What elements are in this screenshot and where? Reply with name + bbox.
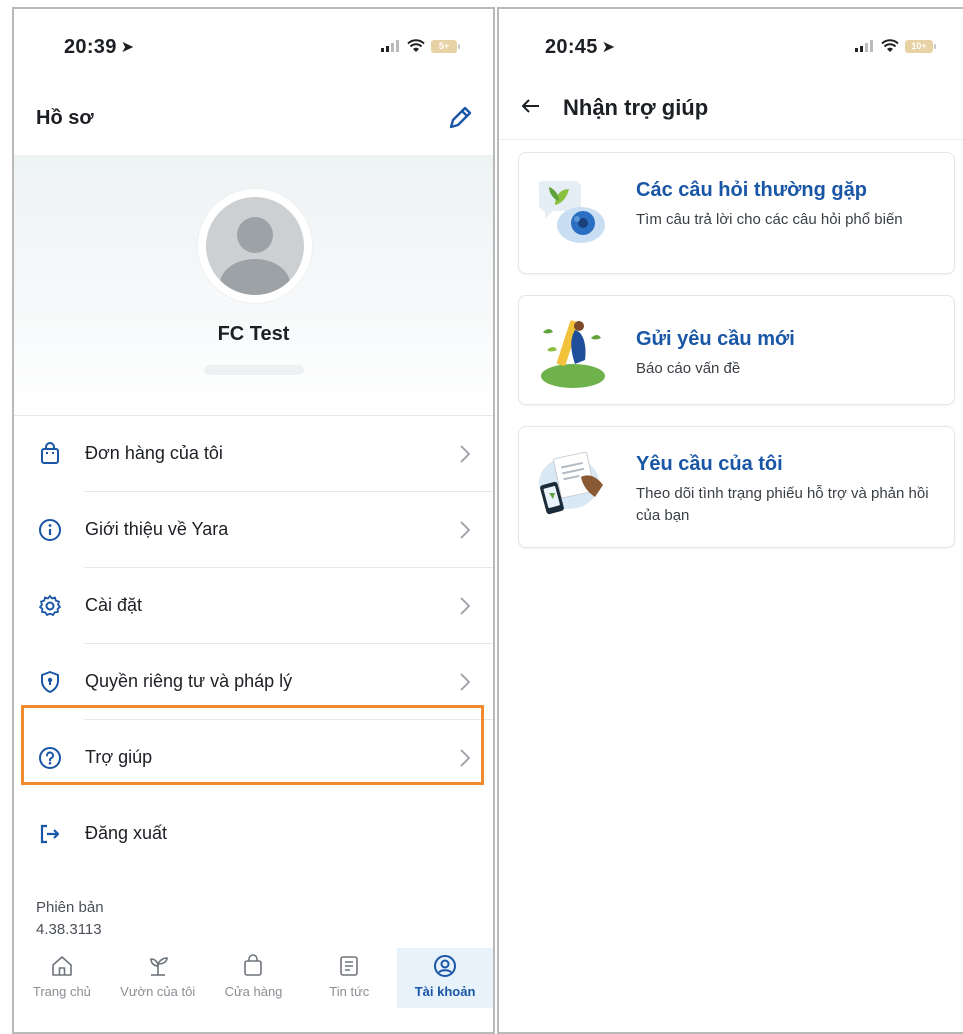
tab-label: Tài khoản [414,984,476,999]
status-time: 20:39 ➤ [64,36,134,59]
tab-account[interactable]: Tài khoản [397,948,493,1008]
status-time: 20:45 ➤ [545,36,615,59]
tab-label: Vườn của tôi [120,984,196,999]
card-title: Gửi yêu cầu mới [636,328,795,350]
location-arrow-icon: ➤ [120,39,135,56]
battery-icon: 10+ [905,39,936,53]
tab-label: Tin tức [329,984,370,999]
tab-home[interactable]: Trang chủ [14,948,110,1008]
tab-label: Trang chủ [32,984,91,999]
menu-item-label: Cài đặt [85,595,143,615]
menu-item-label: Đăng xuất [85,823,168,843]
wifi-icon [407,39,425,52]
status-bar: 20:45 ➤ 10+ [499,9,963,79]
profile-header: Hồ sơ [14,79,493,156]
version-label: Phiên bản [36,899,104,916]
tab-news[interactable]: Tin tức [301,948,397,1008]
menu-item-label: Giới thiệu về Yara [85,519,229,539]
card-title: Các câu hỏi thường gặp [636,179,867,201]
status-time-text: 20:39 [64,36,117,58]
profile-name: FC Test [217,323,290,345]
bottom-tab-bar: Trang chủ Vườn của tôi Cửa hàng Tin tức … [14,947,493,1008]
avatar-body-shape [220,259,290,295]
menu-item-settings[interactable]: Cài đặt [14,568,493,644]
avatar[interactable] [198,189,312,303]
location-arrow-icon: ➤ [601,39,616,56]
card-description: Theo dõi tình trạng phiếu hỗ trợ và phản… [636,485,929,524]
chevron-right-icon [460,673,471,691]
gear-icon [39,595,61,616]
help-highlight-box [21,705,484,785]
my-requests-card[interactable]: Yêu cầu của tôi Theo dõi tình trạng phiế… [518,426,955,548]
avatar-image [206,197,304,295]
page-title: Hồ sơ [36,107,94,129]
battery-icon: 5+ [431,39,460,53]
signal-icon [381,40,399,52]
shopping-bag-icon [41,442,59,464]
account-menu: Đơn hàng của tôi Giới thiệu về Yara Cài … [14,416,493,872]
app-version: Phiên bản 4.38.3113 [36,897,104,941]
page-title: Nhận trợ giúp [563,95,709,120]
menu-item-about[interactable]: Giới thiệu về Yara [14,492,493,568]
chevron-right-icon [460,521,471,539]
shopping-bag-icon [244,954,263,976]
battery-level: 10+ [911,40,927,51]
chevron-right-icon [460,597,471,615]
account-icon [434,955,457,977]
version-number: 4.38.3113 [36,921,102,938]
card-title: Yêu cầu của tôi [636,453,783,475]
edit-pencil-icon[interactable] [445,103,475,133]
new-request-illustration-icon [541,320,605,388]
home-icon [52,956,72,976]
help-screen: 20:45 ➤ 10+ Nhận trợ giúp Các câu hỏi thư… [497,7,963,1034]
help-header: Nhận trợ giúp [499,79,963,140]
system-icons: 5+ [381,39,460,53]
menu-item-label: Quyền riêng tư và pháp lý [85,671,293,691]
status-bar: 20:39 ➤ 5+ [14,9,493,79]
faq-card[interactable]: Các câu hỏi thường gặp Tìm câu trả lời c… [518,152,955,274]
logout-icon [40,824,60,844]
profile-screen: 20:39 ➤ 5+ Hồ sơ FC Test Đơn hàng của tôi [12,7,495,1034]
news-icon [340,956,359,976]
avatar-head-shape [237,217,273,253]
plant-icon [149,957,168,976]
status-time-text: 20:45 [545,36,598,58]
signal-icon [855,40,873,52]
menu-item-label: Đơn hàng của tôi [85,443,223,463]
wifi-icon [881,39,899,52]
card-description: Tìm câu trả lời cho các câu hỏi phổ biến [636,211,903,228]
shield-icon [41,671,59,693]
card-description: Báo cáo vấn đề [636,360,741,377]
tab-my-garden[interactable]: Vườn của tôi [110,948,206,1008]
battery-level: 5+ [438,40,450,51]
menu-item-logout[interactable]: Đăng xuất [14,796,493,872]
system-icons: 10+ [855,39,936,53]
profile-subtitle-placeholder [204,365,304,375]
tab-shop[interactable]: Cửa hàng [206,948,302,1008]
menu-item-orders[interactable]: Đơn hàng của tôi [14,416,493,492]
info-icon [39,519,61,541]
chevron-right-icon [460,445,471,463]
tab-label: Cửa hàng [224,984,283,999]
profile-section: FC Test [14,155,493,416]
faq-illustration-icon [538,180,605,243]
back-arrow-icon[interactable] [517,92,545,120]
new-request-card[interactable]: Gửi yêu cầu mới Báo cáo vấn đề [518,295,955,405]
my-requests-illustration-icon [539,451,603,515]
